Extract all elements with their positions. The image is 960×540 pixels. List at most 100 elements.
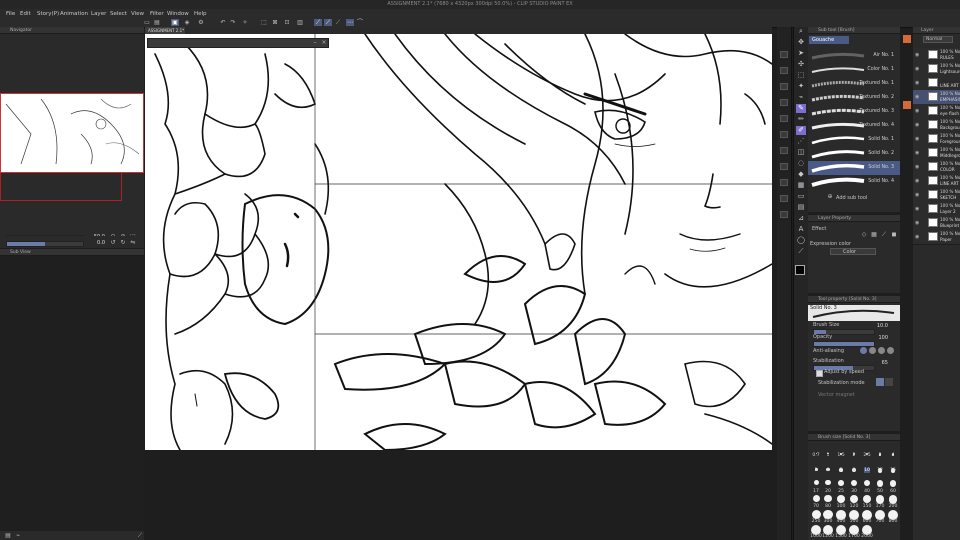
rotate-left-icon[interactable]: ↺ — [109, 239, 117, 246]
layer-row[interactable]: ◉ 100 % NormalMiddleground — [913, 146, 960, 161]
panel-toggle-icon[interactable] — [780, 51, 788, 58]
brush-size-option[interactable]: 170 — [874, 495, 886, 509]
airbrush-tool-icon[interactable]: ⋰ — [796, 137, 806, 146]
brush-item-solid-3[interactable]: Solid No. 3 — [808, 161, 900, 175]
brush-size-option[interactable]: 40 — [861, 480, 873, 494]
menu-animation[interactable]: Animation — [60, 11, 88, 17]
brush-size-option[interactable]: 1700 — [848, 525, 860, 539]
eye-icon[interactable]: ◉ — [915, 136, 919, 142]
border-effect-icon[interactable]: ◇ — [860, 231, 868, 238]
anti-aliasing-medium-option[interactable] — [878, 347, 885, 354]
settings-icon[interactable]: ⚙ — [197, 19, 205, 26]
brush-size-option[interactable]: 10 — [861, 468, 873, 473]
snap-grid-icon[interactable]: ⟋ — [334, 19, 342, 26]
layer-row[interactable]: ◉ 100 % NormalEMPHASIS — [913, 90, 960, 105]
brush-item-textured-1[interactable]: Textured No. 1 — [808, 77, 900, 91]
clip-studio-icon[interactable]: ◈ — [183, 19, 191, 26]
pen-tool-icon[interactable]: ✎ — [796, 104, 806, 113]
eye-icon[interactable]: ◉ — [915, 80, 919, 86]
zoom-tool-icon[interactable]: ⌕ — [796, 27, 806, 36]
auto-select-icon[interactable]: ✦ — [796, 82, 806, 91]
rotate-right-icon[interactable]: ↻ — [119, 239, 127, 246]
brush-size-option[interactable]: 150 — [861, 495, 873, 509]
brush-item-solid-2[interactable]: Solid No. 2 — [808, 147, 900, 161]
menu-window[interactable]: Window — [167, 11, 189, 17]
menu-select[interactable]: Select — [110, 11, 127, 17]
move-layer-icon[interactable]: ✣ — [796, 60, 806, 69]
panel-toggle-icon[interactable] — [780, 99, 788, 106]
layer-row[interactable]: ◉ 100 % NormalForeground — [913, 132, 960, 147]
brush-size-option[interactable]: 2000 — [861, 525, 873, 539]
anti-aliasing-strong-option[interactable] — [887, 347, 894, 354]
menu-view[interactable]: View — [131, 11, 144, 17]
crop-icon[interactable]: ⊡ — [283, 19, 291, 26]
anti-aliasing-weak-option[interactable] — [869, 347, 876, 354]
brush-item-textured-2[interactable]: Textured No. 2 — [808, 91, 900, 105]
brush-size-option[interactable]: 8 — [848, 468, 860, 473]
eye-icon[interactable]: ◉ — [915, 206, 919, 212]
menu-layer[interactable]: Layer — [91, 11, 106, 17]
brush-item-textured-3[interactable]: Textured No. 3 — [808, 105, 900, 119]
anti-aliasing-none-option[interactable] — [860, 347, 867, 354]
color-effect-icon[interactable]: ◼ — [890, 231, 898, 238]
import-icon[interactable]: ▤ — [4, 532, 12, 539]
layer-row[interactable]: ◉ 100 % NormalPaper — [913, 230, 960, 245]
drawing-canvas[interactable] — [145, 34, 772, 450]
figure-tool-icon[interactable]: ▭ — [796, 192, 806, 201]
brush-size-option[interactable]: 400 — [835, 510, 847, 524]
open-icon[interactable]: ▤ — [153, 19, 161, 26]
brush-size-option[interactable]: 7 — [835, 468, 847, 473]
brush-size-option[interactable]: 15 — [887, 468, 899, 473]
document-tab[interactable]: ASSIGNMENT 2.1* — [145, 27, 185, 34]
eye-icon[interactable]: ◉ — [915, 122, 919, 128]
brush-size-option[interactable]: 600 — [861, 510, 873, 524]
brush-size-option[interactable]: 800 — [887, 510, 899, 524]
menu-help[interactable]: Help — [194, 11, 207, 17]
layer-row[interactable]: ◉ 100 % NormalCOLOR — [913, 160, 960, 175]
gradient-tool-icon[interactable]: ▦ — [796, 181, 806, 190]
deselect-icon[interactable]: ⊠ — [271, 19, 279, 26]
layer-row[interactable]: ◉ 100 % NormalBackground — [913, 118, 960, 133]
picker-icon[interactable]: ⟋ — [136, 532, 144, 539]
minimize-icon[interactable]: – — [311, 39, 319, 46]
ruler-tool-icon[interactable]: ⊿ — [796, 214, 806, 223]
color-palette-window[interactable]: – × — [147, 38, 329, 48]
eye-icon[interactable]: ◉ — [915, 220, 919, 226]
eye-icon[interactable]: ◉ — [915, 66, 919, 72]
save-icon[interactable]: ▣ — [171, 19, 179, 26]
brush-size-option[interactable]: 200 — [887, 495, 899, 509]
brush-size-option[interactable]: 25 — [835, 480, 847, 494]
correct-line-icon[interactable]: ⟋ — [796, 247, 806, 256]
brush-size-option[interactable]: 50 — [874, 480, 886, 494]
undo-icon[interactable]: ↶ — [219, 19, 227, 26]
menu-edit[interactable]: Edit — [20, 11, 31, 17]
opacity-slider[interactable] — [813, 341, 875, 347]
expression-color-select[interactable]: Color — [830, 248, 876, 255]
eye-icon[interactable]: ◉ — [915, 192, 919, 198]
brush-size-option[interactable]: 1500 — [835, 525, 847, 539]
stabilization-mode-button[interactable] — [876, 378, 884, 386]
pencil-tool-icon[interactable]: ✏ — [796, 115, 806, 124]
selection-tool-icon[interactable]: ⬚ — [796, 71, 806, 80]
eyedropper-icon[interactable]: ⌁ — [14, 532, 22, 539]
vector-icon[interactable]: ⋯ — [346, 19, 354, 26]
panel-toggle-icon[interactable] — [780, 147, 788, 154]
redo-icon[interactable]: ↷ — [229, 19, 237, 26]
panel-toggle-icon[interactable] — [780, 131, 788, 138]
sub-tool-group-tab[interactable]: Gouache — [809, 36, 849, 44]
operation-tool-icon[interactable]: ➤ — [796, 49, 806, 58]
panel-toggle-icon[interactable] — [780, 67, 788, 74]
brush-size-option[interactable]: 120 — [848, 495, 860, 509]
snap-ruler-icon[interactable]: ⟋ — [314, 19, 322, 26]
stabilization-mode-alt-button[interactable] — [885, 378, 893, 386]
fill-tool-icon[interactable]: ◆ — [796, 170, 806, 179]
layer-row[interactable]: ◉ 100 % NormalRULES — [913, 48, 960, 63]
text-tool-icon[interactable]: A — [796, 225, 806, 234]
menu-file[interactable]: File — [6, 11, 15, 17]
brush-size-option[interactable]: 60 — [887, 480, 899, 494]
panel-toggle-icon[interactable] — [780, 83, 788, 90]
eye-icon[interactable]: ◉ — [915, 164, 919, 170]
new-icon[interactable]: ▭ — [143, 19, 151, 26]
balloon-tool-icon[interactable]: ◯ — [796, 236, 806, 245]
blend-tool-icon[interactable]: ◌ — [796, 159, 806, 168]
